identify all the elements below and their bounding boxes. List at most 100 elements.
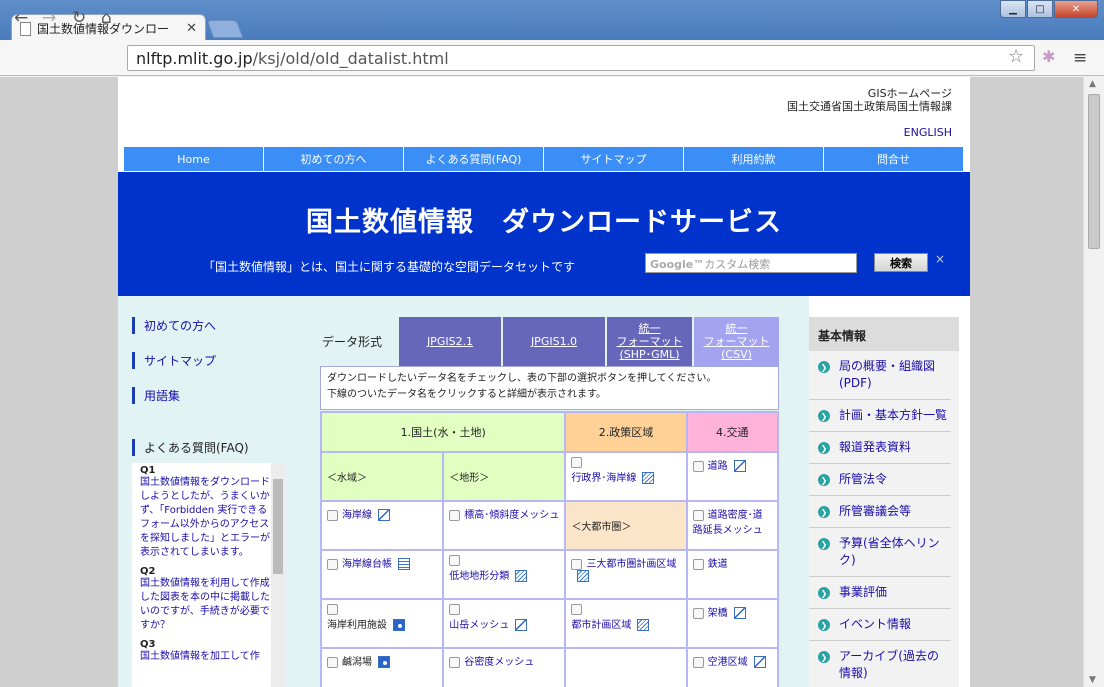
new-tab-button[interactable]: [206, 20, 244, 38]
checkbox[interactable]: [327, 656, 338, 668]
search-input[interactable]: Google™カスタム検索: [645, 253, 857, 273]
checkbox[interactable]: [449, 509, 461, 521]
cell-tetsudo: 鉄道: [685, 549, 780, 600]
arrow-icon: ❯: [818, 474, 830, 486]
url-host: nlftp.mlit.go.jp: [136, 48, 253, 68]
english-link[interactable]: ENGLISH: [904, 126, 952, 139]
faq-q3: Q3: [140, 639, 156, 650]
close-tab-icon[interactable]: ✕: [186, 21, 197, 36]
link-kuko[interactable]: 空港区域: [708, 657, 748, 668]
page: GISホームページ 国土交通省国土政策局国土情報課 ENGLISH Home 初…: [118, 77, 970, 687]
header-line2: 国土交通省国土政策局国土情報課: [787, 100, 952, 113]
menu-icon[interactable]: ≡: [1073, 48, 1087, 68]
window-titlebar: 国土数値情報ダウンロー ✕ ▁ □ ✕: [0, 0, 1104, 42]
faq-a1[interactable]: 国土数値情報をダウンロードしようとしたが、うまくいかず、「Forbidden 実…: [140, 476, 271, 560]
nav-faq[interactable]: よくある質問(FAQ): [404, 147, 544, 171]
close-window-button[interactable]: ✕: [1054, 0, 1098, 18]
tab-jpgis10[interactable]: JPGIS1.0: [503, 317, 605, 366]
link-sangaku[interactable]: 山岳メッシュ: [449, 620, 509, 631]
faq-a3[interactable]: 国土数値情報を加工して作: [140, 650, 271, 664]
info-item: ❯ 報道発表資料: [809, 432, 951, 464]
checkbox[interactable]: [327, 604, 338, 615]
link-toshikeikaku[interactable]: 都市計画区域: [571, 620, 631, 631]
cell-kaigan-riyo: 海岸利用施設: [319, 598, 445, 649]
cell-kokumitsudo: 谷密度メッシュ: [442, 647, 567, 687]
info-link[interactable]: 局の概要・組織図(PDF): [839, 359, 935, 390]
main-content: データ形式 JPGIS2.1 JPGIS1.0 統一 フォーマット (SHP･G…: [298, 296, 809, 687]
link-kaigan-daicho[interactable]: 海岸線台帳: [342, 559, 392, 570]
home-icon[interactable]: ⌂: [101, 8, 112, 28]
nav-home[interactable]: Home: [124, 147, 264, 171]
info-link[interactable]: イベント情報: [839, 617, 911, 631]
page-scrollbar[interactable]: ▲ ▼: [1083, 77, 1104, 687]
checkbox[interactable]: [692, 558, 704, 570]
link-kaigansen[interactable]: 海岸線: [342, 510, 372, 521]
search-button[interactable]: 検索: [874, 253, 928, 272]
tab-csv[interactable]: 統一 フォーマット (CSV): [694, 317, 779, 366]
faq-scrollbar[interactable]: [271, 463, 285, 687]
nav-terms[interactable]: 利用約款: [684, 147, 824, 171]
info-link[interactable]: 計画・基本方針一覧: [839, 408, 947, 422]
checkbox[interactable]: [692, 460, 704, 472]
arrow-icon: ❯: [818, 619, 830, 631]
address-bar[interactable]: nlftp.mlit.go.jp/ksj/old/old_datalist.ht…: [127, 45, 1035, 71]
link-kakyo[interactable]: 架橋: [708, 608, 728, 619]
left-sidebar: 初めての方へ サイトマップ 用語集 よくある質問(FAQ) Q1 国土数値情報を…: [118, 296, 298, 687]
info-link[interactable]: 報道発表資料: [839, 440, 911, 454]
link-tetsudo[interactable]: 鉄道: [708, 559, 728, 570]
checkbox[interactable]: [449, 604, 461, 615]
data-table: 1.国土(水・土地) 2.政策区域 4.交通 ＜水域＞ ＜地形＞ 行政界･海岸線…: [319, 411, 780, 687]
banner-title: 国土数値情報 ダウンロードサービス: [306, 207, 782, 238]
checkbox[interactable]: [327, 558, 338, 570]
scroll-thumb[interactable]: [1088, 94, 1100, 249]
info-item: ❯ 予算(省全体ヘリンク): [809, 528, 951, 577]
checkbox[interactable]: [449, 656, 461, 668]
scroll-down-icon[interactable]: ▼: [1089, 675, 1096, 685]
bookmark-star-icon[interactable]: ☆: [1008, 46, 1024, 67]
nav-sitemap[interactable]: サイトマップ: [544, 147, 684, 171]
nav-contact[interactable]: 問合せ: [824, 147, 963, 171]
clear-search-icon[interactable]: ×: [935, 252, 945, 266]
checkbox[interactable]: [571, 457, 583, 468]
info-link[interactable]: 事業評価: [839, 585, 887, 599]
checkbox[interactable]: [692, 607, 704, 619]
info-link[interactable]: 所管法令: [839, 472, 887, 486]
info-link[interactable]: 予算(省全体ヘリンク): [839, 536, 940, 567]
faq-a2[interactable]: 国土数値情報を利用して作成した図表を本の中に掲載したいのですが、手続きが必要です…: [140, 577, 271, 633]
sidebar-link-sitemap[interactable]: サイトマップ: [132, 352, 216, 369]
minimize-button[interactable]: ▁: [1000, 0, 1026, 18]
polygon-icon: [642, 471, 655, 484]
forward-arrow-icon[interactable]: →: [42, 8, 56, 28]
checkbox[interactable]: [449, 555, 461, 566]
tab-shp-gml[interactable]: 統一 フォーマット (SHP･GML): [607, 317, 692, 366]
sidebar-link-glossary[interactable]: 用語集: [132, 387, 180, 404]
instruction-line2: 下線のついたデータ名をクリックすると詳細が表示されます。: [327, 389, 606, 400]
tab-jpgis21[interactable]: JPGIS2.1: [399, 317, 501, 366]
extension-icon[interactable]: ✱: [1042, 47, 1055, 66]
checkbox[interactable]: [327, 509, 338, 521]
info-link[interactable]: 所管審議会等: [839, 504, 911, 518]
group-terrain: ＜地形＞: [442, 451, 567, 502]
link-sandai[interactable]: 三大都市圏計画区域: [586, 559, 676, 570]
reload-icon[interactable]: ↻: [72, 8, 86, 28]
link-kokumitsudo[interactable]: 谷密度メッシュ: [464, 657, 534, 668]
sidebar-link-beginners[interactable]: 初めての方へ: [132, 317, 216, 334]
link-gyosei[interactable]: 行政界･海岸線: [571, 473, 636, 484]
link-hyoko[interactable]: 標高･傾斜度メッシュ: [464, 510, 559, 521]
nav-beginners[interactable]: 初めての方へ: [264, 147, 404, 171]
cell-teichi: 低地地形分類: [442, 549, 567, 600]
back-arrow-icon[interactable]: ←: [14, 8, 28, 28]
checkbox[interactable]: [571, 558, 583, 570]
link-teichi[interactable]: 低地地形分類: [449, 571, 509, 582]
maximize-button[interactable]: □: [1027, 0, 1053, 18]
search-placeholder: カスタム検索: [704, 258, 771, 271]
banner-subtitle: 「国土数値情報」とは、国土に関する基礎的な空間データセットです: [203, 260, 576, 274]
checkbox[interactable]: [692, 509, 704, 521]
cell-dorokmitsu: 道路密度･道路延長メッシュ: [685, 500, 780, 551]
checkbox[interactable]: [571, 604, 583, 615]
link-doro[interactable]: 道路: [708, 461, 728, 472]
scroll-up-icon[interactable]: ▲: [1089, 79, 1096, 89]
info-link[interactable]: アーカイブ(過去の情報): [839, 649, 939, 680]
checkbox[interactable]: [692, 656, 704, 668]
cell-kaigansen: 海岸線: [319, 500, 445, 551]
